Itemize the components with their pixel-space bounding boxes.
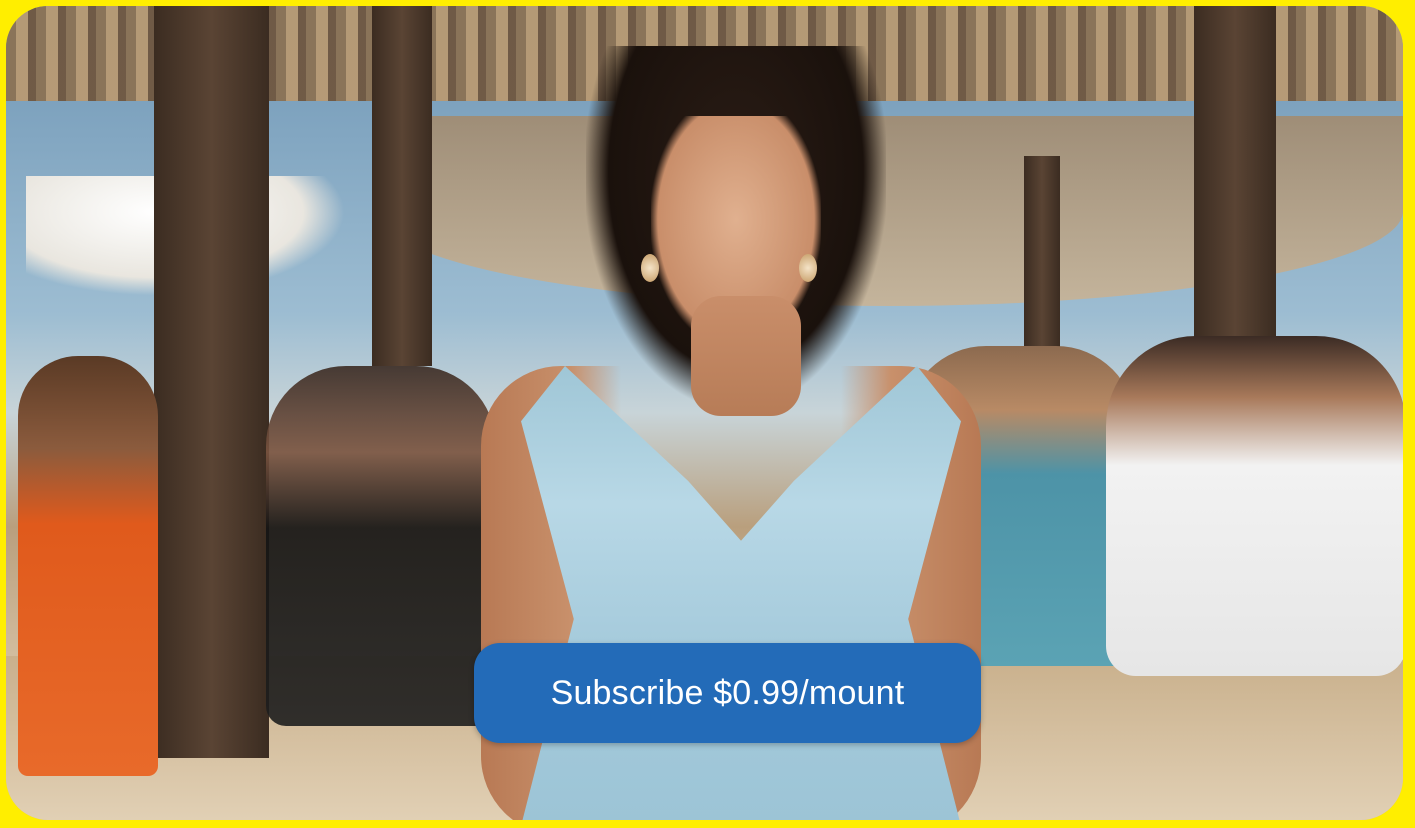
wooden-post (154, 6, 269, 758)
earring (799, 254, 817, 282)
background-person (1106, 336, 1403, 676)
subscribe-button[interactable]: Subscribe $0.99/mount (474, 643, 981, 743)
earring (641, 254, 659, 282)
background-person (18, 356, 158, 776)
subscribe-button-label: Subscribe $0.99/mount (550, 673, 905, 712)
hero-frame: Subscribe $0.99/mount (6, 6, 1403, 820)
